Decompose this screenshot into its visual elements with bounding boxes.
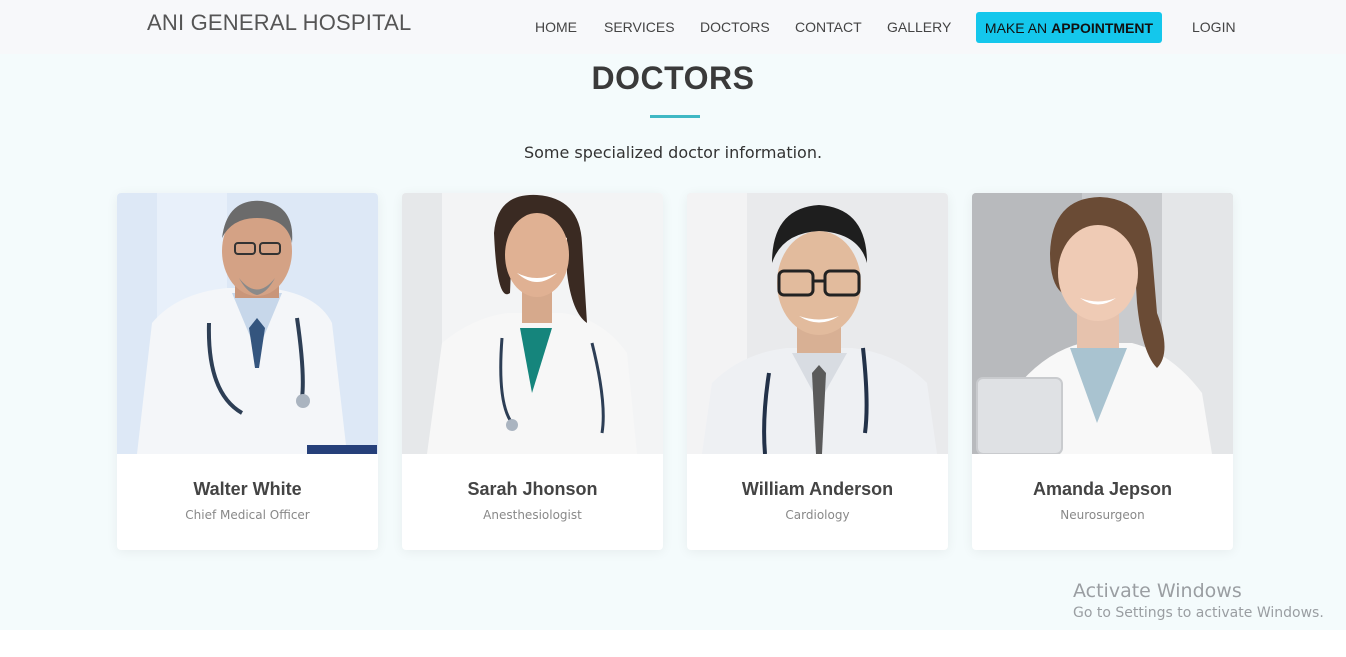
watermark-title: Activate Windows bbox=[1073, 580, 1242, 602]
site-brand[interactable]: ANI GENERAL HOSPITAL bbox=[147, 10, 411, 36]
doctor-role: Anesthesiologist bbox=[483, 508, 582, 522]
doctor-photo bbox=[687, 193, 948, 454]
doctor-card[interactable]: Sarah Jhonson Anesthesiologist bbox=[402, 193, 663, 550]
doctor-photo bbox=[972, 193, 1233, 454]
doctor-name: William Anderson bbox=[741, 479, 894, 499]
doctor-card[interactable]: Amanda Jepson Neurosurgeon bbox=[972, 193, 1233, 550]
nav-contact[interactable]: CONTACT bbox=[795, 19, 862, 35]
appointment-prefix: MAKE AN bbox=[984, 19, 1048, 36]
section-title: DOCTORS bbox=[591, 60, 755, 96]
doctor-role: Cardiology bbox=[785, 508, 850, 522]
nav-home[interactable]: HOME bbox=[535, 19, 577, 35]
nav-login[interactable]: LOGIN bbox=[1192, 19, 1236, 35]
section-subtitle: Some specialized doctor information. bbox=[523, 143, 823, 162]
doctor-card[interactable]: William Anderson Cardiology bbox=[687, 193, 948, 550]
doctor-photo bbox=[402, 193, 663, 454]
doctor-card[interactable]: Walter White Chief Medical Officer bbox=[117, 193, 378, 550]
navbar: ANI GENERAL HOSPITAL HOME SERVICES DOCTO… bbox=[0, 0, 1346, 54]
doctor-role: Chief Medical Officer bbox=[185, 508, 310, 522]
doctor-name: Walter White bbox=[193, 479, 302, 499]
title-underline bbox=[650, 115, 700, 118]
watermark-subtitle: Go to Settings to activate Windows. bbox=[1073, 605, 1324, 621]
nav-services[interactable]: SERVICES bbox=[604, 19, 675, 35]
windows-activation-watermark: Activate Windows Go to Settings to activ… bbox=[1073, 580, 1324, 621]
nav-gallery[interactable]: GALLERY bbox=[887, 19, 951, 35]
appointment-bold: APPOINTMENT bbox=[1051, 19, 1154, 36]
nav-doctors[interactable]: DOCTORS bbox=[700, 19, 770, 35]
doctor-photo bbox=[117, 193, 378, 454]
doctor-role: Neurosurgeon bbox=[1060, 508, 1145, 522]
doctor-name: Amanda Jepson bbox=[1032, 479, 1173, 499]
make-appointment-button[interactable]: MAKE AN APPOINTMENT bbox=[976, 12, 1162, 43]
doctor-name: Sarah Jhonson bbox=[467, 479, 598, 499]
